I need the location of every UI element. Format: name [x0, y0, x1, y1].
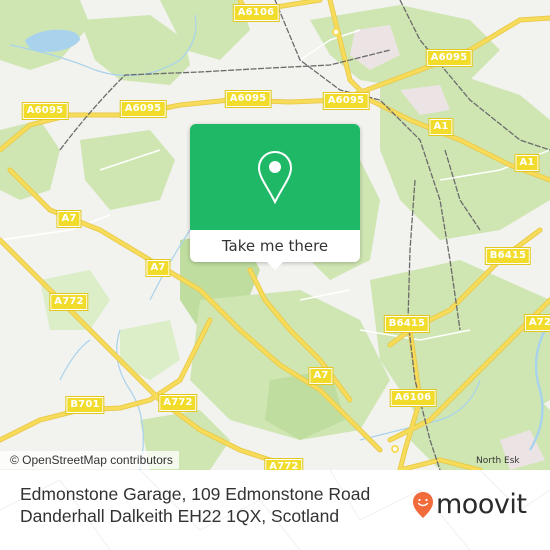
moovit-logo[interactable]: moovit	[412, 489, 527, 520]
moovit-wordmark: moovit	[436, 489, 527, 520]
popup-header	[190, 124, 360, 230]
road-shield-a6095: A6095	[224, 90, 272, 108]
map-view[interactable]: A6106 A6095 A6095 A6095 A6095 A6095 A1 A1 A7 A7 A7…	[0, 0, 550, 470]
place-label-north-esk: North Esk	[476, 456, 520, 466]
address-line-2: Danderhall Dalkeith EH22 1QX, Scotland	[20, 506, 340, 526]
road-shield-b6415: B6415	[383, 315, 431, 333]
road-shield-a6095: A6095	[425, 49, 473, 67]
footer: Edmonstone Garage, 109 Edmonstone Road D…	[0, 470, 550, 550]
road-shield-a7: A7	[145, 259, 171, 277]
moovit-pin-smile-icon	[413, 492, 433, 518]
map-pin-icon	[257, 150, 293, 205]
address: Edmonstone Garage, 109 Edmonstone Road D…	[20, 483, 370, 527]
road-shield-a1: A1	[428, 118, 454, 136]
location-popup[interactable]: Take me there	[190, 124, 360, 270]
road-shield-a6106: A6106	[389, 389, 437, 407]
road-shield-a72: A72	[523, 314, 550, 332]
map-attribution[interactable]: © OpenStreetMap contributors	[0, 451, 179, 469]
road-shield-a772: A772	[158, 394, 198, 412]
road-shield-a772: A772	[49, 293, 89, 311]
road-shield-a1: A1	[514, 154, 540, 172]
road-shield-a7: A7	[56, 210, 82, 228]
road-shield-a6095: A6095	[21, 102, 69, 120]
road-shield-a6106: A6106	[232, 4, 280, 22]
road-shield-a6095: A6095	[322, 92, 370, 110]
road-shield-b6415: B6415	[484, 247, 532, 265]
road-shield-a6095: A6095	[119, 100, 167, 118]
popup-pointer	[267, 262, 283, 270]
address-line-1: Edmonstone Garage, 109 Edmonstone Road	[20, 484, 371, 504]
road-shield-a772: A772	[264, 458, 304, 470]
road-shield-a7: A7	[308, 367, 334, 385]
road-shield-b701: B701	[65, 396, 105, 414]
take-me-there-button[interactable]: Take me there	[190, 230, 360, 262]
